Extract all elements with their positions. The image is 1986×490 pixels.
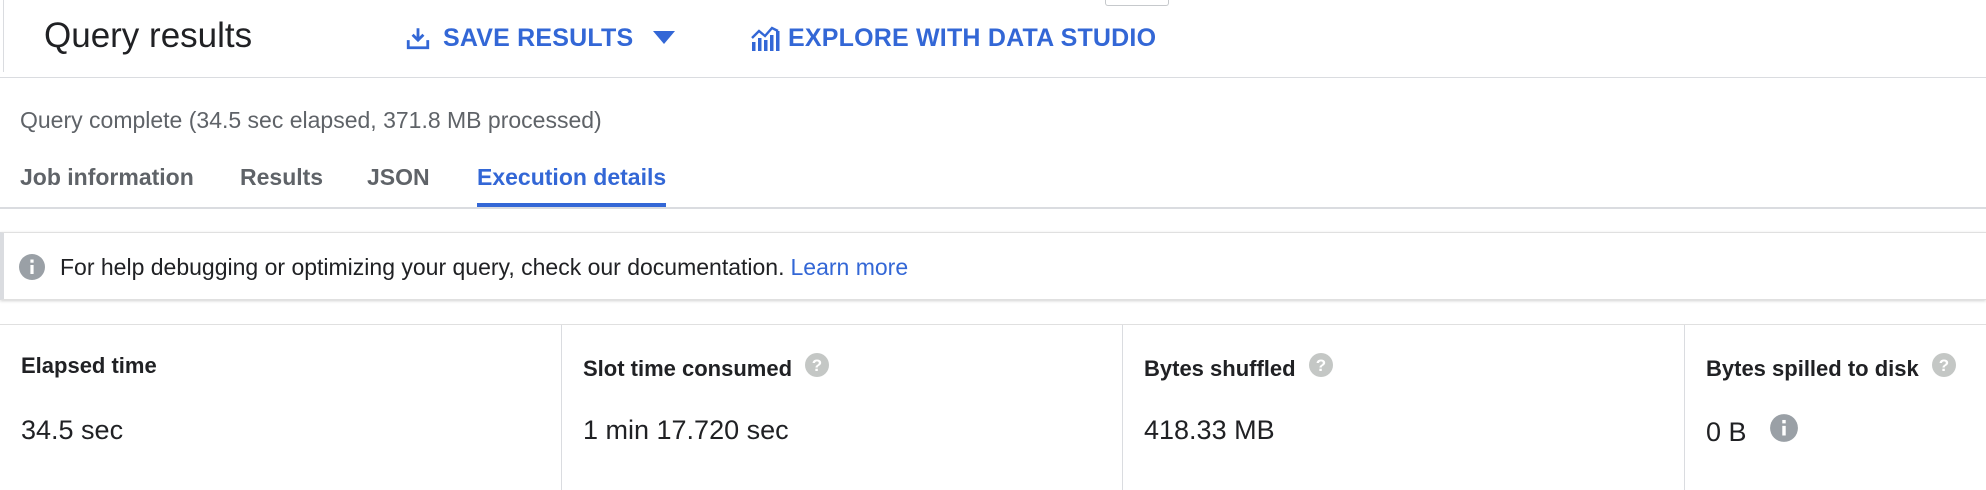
info-icon[interactable] xyxy=(1769,413,1799,451)
stat-label-text: Slot time consumed xyxy=(583,355,793,381)
tab-json[interactable]: JSON xyxy=(367,162,430,207)
data-studio-icon xyxy=(750,24,780,52)
tab-job-information[interactable]: Job information xyxy=(20,162,194,207)
caret-down-icon[interactable] xyxy=(653,31,676,45)
stat-label-text: Elapsed time xyxy=(21,353,157,378)
stat-label-text: Bytes shuffled xyxy=(1144,355,1296,381)
learn-more-link[interactable]: Learn more xyxy=(791,254,909,280)
stat-bytes-shuffled: Bytes shuffled ? 418.33 MB xyxy=(1122,325,1684,490)
stat-value-text: 418.33 MB xyxy=(1144,415,1275,445)
save-results-label: SAVE RESULTS xyxy=(443,23,634,52)
stat-value: 0 B xyxy=(1706,413,1799,451)
stat-value-text: 0 B xyxy=(1706,417,1747,447)
results-tabs: Job information Results JSON Execution d… xyxy=(0,150,1986,209)
stat-label: Elapsed time xyxy=(21,352,157,380)
explore-data-studio-label: EXPLORE WITH DATA STUDIO xyxy=(788,23,1157,52)
stat-label: Bytes spilled to disk ? xyxy=(1706,352,1957,385)
stat-bytes-spilled-to-disk: Bytes spilled to disk ? 0 B xyxy=(1684,325,1986,490)
download-icon xyxy=(405,25,431,51)
stat-value-text: 34.5 sec xyxy=(21,415,124,445)
explore-data-studio-button[interactable]: EXPLORE WITH DATA STUDIO xyxy=(750,18,1156,58)
stat-label-text: Bytes spilled to disk xyxy=(1706,355,1919,381)
stat-value-text: 1 min 17.720 sec xyxy=(583,415,789,445)
help-icon[interactable]: ? xyxy=(1308,352,1334,385)
header-left-edge xyxy=(0,0,4,72)
banner-message: For help debugging or optimizing your qu… xyxy=(60,253,908,281)
save-results-button[interactable]: SAVE RESULTS xyxy=(405,18,676,58)
stat-slot-time-consumed: Slot time consumed ? 1 min 17.720 sec xyxy=(561,325,1122,490)
help-icon[interactable]: ? xyxy=(1931,352,1957,385)
page-title: Query results xyxy=(44,16,253,55)
query-results-panel: Query results SAVE RESULTS EXPLORE WITH … xyxy=(0,0,1986,490)
stat-label: Bytes shuffled ? xyxy=(1144,352,1334,385)
help-icon[interactable]: ? xyxy=(804,352,830,385)
banner-text: For help debugging or optimizing your qu… xyxy=(60,254,785,280)
stat-value: 418.33 MB xyxy=(1144,413,1275,447)
stat-elapsed-time: Elapsed time 34.5 sec xyxy=(0,325,561,490)
info-icon xyxy=(18,253,46,286)
svg-text:?: ? xyxy=(1315,356,1325,375)
results-header: Query results SAVE RESULTS EXPLORE WITH … xyxy=(0,0,1986,78)
svg-text:?: ? xyxy=(1939,356,1949,375)
resize-handle[interactable] xyxy=(1105,0,1169,6)
info-banner: For help debugging or optimizing your qu… xyxy=(0,232,1986,300)
stat-value: 1 min 17.720 sec xyxy=(583,413,789,447)
stat-label: Slot time consumed ? xyxy=(583,352,830,385)
svg-text:?: ? xyxy=(812,356,822,375)
stat-value: 34.5 sec xyxy=(21,413,123,447)
tab-execution-details[interactable]: Execution details xyxy=(477,162,667,207)
tab-results[interactable]: Results xyxy=(240,162,323,207)
query-status-text: Query complete (34.5 sec elapsed, 371.8 … xyxy=(20,107,602,133)
